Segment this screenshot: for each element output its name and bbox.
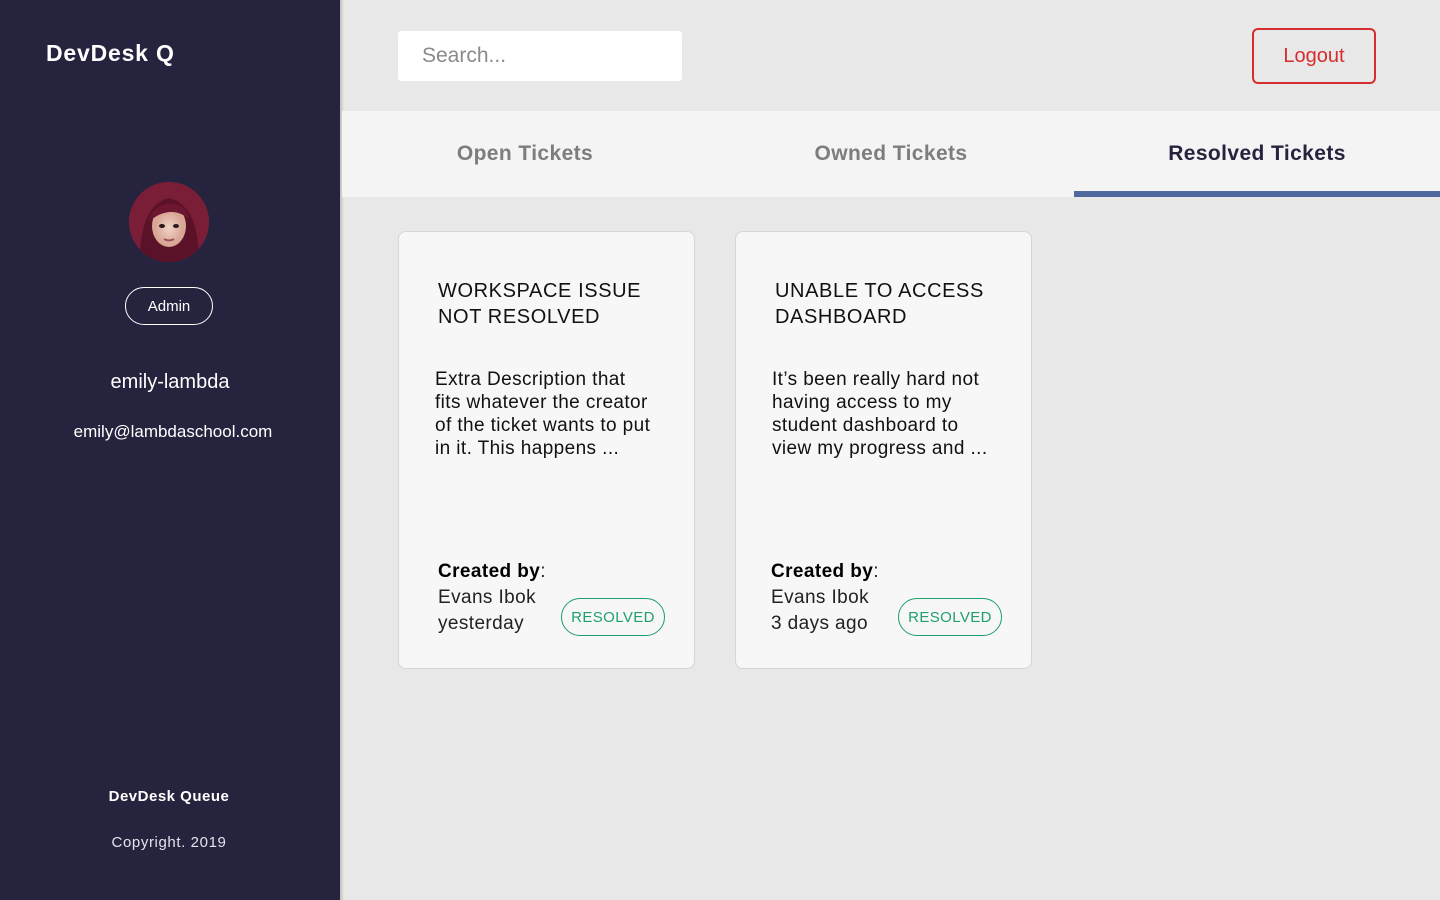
- footer-title: DevDesk Queue: [108, 788, 230, 805]
- role-badge: Admin: [125, 287, 213, 325]
- ticket-meta: Created by: Evans Ibok 3 days ago: [771, 559, 879, 637]
- ticket-time: yesterday: [438, 613, 524, 634]
- username: emily-lambda: [110, 371, 230, 393]
- tab-open-tickets[interactable]: Open Tickets: [342, 111, 708, 197]
- ticket-tabs: Open Tickets Owned Tickets Resolved Tick…: [342, 111, 1440, 197]
- ticket-creator: Evans Ibok: [771, 587, 869, 608]
- avatar[interactable]: [129, 182, 209, 262]
- brand-title[interactable]: DevDesk Q: [46, 40, 175, 67]
- ticket-title: WORKSPACE ISSUE NOT RESOLVED: [438, 280, 642, 328]
- ticket-description: Extra Description that fits whatever the…: [435, 369, 651, 459]
- created-by-label: Created by: [438, 561, 541, 582]
- ticket-title: UNABLE TO ACCESS DASHBOARD: [775, 280, 984, 328]
- ticket-card[interactable]: UNABLE TO ACCESS DASHBOARD It’s been rea…: [735, 231, 1032, 669]
- logout-button[interactable]: Logout: [1252, 28, 1376, 84]
- status-badge: RESOLVED: [561, 598, 665, 636]
- ticket-creator: Evans Ibok: [438, 587, 536, 608]
- ticket-card[interactable]: WORKSPACE ISSUE NOT RESOLVED Extra Descr…: [398, 231, 695, 669]
- created-by-label: Created by: [771, 561, 874, 582]
- ticket-description: It’s been really hard not having access …: [772, 369, 988, 459]
- search-input[interactable]: [398, 31, 682, 81]
- avatar-image: [129, 182, 209, 262]
- tab-resolved-tickets[interactable]: Resolved Tickets: [1074, 111, 1440, 197]
- ticket-meta: Created by: Evans Ibok yesterday: [438, 559, 546, 637]
- status-badge: RESOLVED: [898, 598, 1002, 636]
- sidebar: DevDesk Q Admin emily-lambda emily@lambd…: [0, 0, 340, 900]
- user-email: emily@lambdaschool.com: [73, 422, 273, 441]
- footer-copyright: Copyright. 2019: [111, 834, 227, 851]
- tab-owned-tickets[interactable]: Owned Tickets: [708, 111, 1074, 197]
- ticket-time: 3 days ago: [771, 613, 868, 634]
